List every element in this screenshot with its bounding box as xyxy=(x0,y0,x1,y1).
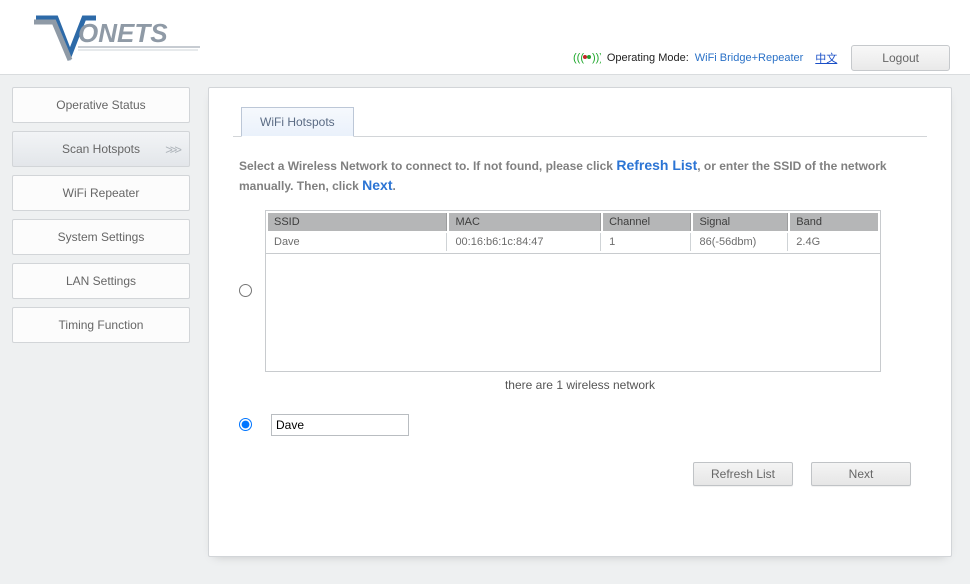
main-panel: WiFi Hotspots Select a Wireless Network … xyxy=(208,87,952,557)
table-empty-area xyxy=(265,254,881,372)
svg-text:ONETS: ONETS xyxy=(78,18,168,48)
sidebar-item-label: LAN Settings xyxy=(66,274,136,288)
col-mac: MAC xyxy=(449,213,601,231)
network-table: SSID MAC Channel Signal Band Dave 00:16:… xyxy=(265,210,881,254)
table-header-row: SSID MAC Channel Signal Band xyxy=(268,213,878,231)
col-channel: Channel xyxy=(603,213,691,231)
sidebar-item-timing-function[interactable]: Timing Function xyxy=(12,307,190,343)
sidebar-item-scan-hotspots[interactable]: Scan Hotspots >>> xyxy=(12,131,190,167)
sidebar: Operative Status Scan Hotspots >>> WiFi … xyxy=(12,87,190,557)
cell-ssid: Dave xyxy=(268,233,447,251)
cell-signal: 86(-56dbm) xyxy=(693,233,788,251)
sidebar-item-wifi-repeater[interactable]: WiFi Repeater xyxy=(12,175,190,211)
cell-mac: 00:16:b6:1c:84:47 xyxy=(449,233,601,251)
sidebar-item-label: Timing Function xyxy=(59,318,144,332)
svg-text:(((: ((( xyxy=(573,52,584,64)
instruction-next-accent: Next xyxy=(362,177,392,193)
col-band: Band xyxy=(790,213,878,231)
header-bar: ONETS ((( ))) Operating Mode: WiFi Bridg… xyxy=(0,0,970,75)
sidebar-item-label: WiFi Repeater xyxy=(63,186,140,200)
language-link[interactable]: 中文 xyxy=(815,50,837,66)
tab-strip: WiFi Hotspots xyxy=(233,106,927,137)
operating-mode-label: Operating Mode: xyxy=(607,52,689,64)
sidebar-item-system-settings[interactable]: System Settings xyxy=(12,219,190,255)
cell-channel: 1 xyxy=(603,233,691,251)
instruction-refresh-accent: Refresh List xyxy=(616,157,697,173)
operating-mode-value: WiFi Bridge+Repeater xyxy=(695,52,804,64)
instruction-text: Select a Wireless Network to connect to.… xyxy=(239,155,927,196)
network-count-note: there are 1 wireless network xyxy=(233,378,927,392)
chevron-right-icon: >>> xyxy=(165,142,179,157)
refresh-list-button[interactable]: Refresh List xyxy=(693,462,793,486)
svg-text:))): ))) xyxy=(592,52,601,64)
sidebar-item-label: Operative Status xyxy=(56,98,145,112)
sidebar-item-label: Scan Hotspots xyxy=(62,142,140,156)
brand-logo: ONETS xyxy=(30,10,200,68)
sidebar-item-label: System Settings xyxy=(58,230,145,244)
logout-button[interactable]: Logout xyxy=(851,45,950,71)
manual-ssid-radio[interactable] xyxy=(239,418,252,431)
sidebar-item-operative-status[interactable]: Operative Status xyxy=(12,87,190,123)
manual-ssid-input[interactable] xyxy=(271,414,409,436)
col-signal: Signal xyxy=(693,213,788,231)
wifi-signal-icon: ((( ))) xyxy=(573,50,601,67)
cell-band: 2.4G xyxy=(790,233,878,251)
table-row[interactable]: Dave 00:16:b6:1c:84:47 1 86(-56dbm) 2.4G xyxy=(268,233,878,251)
select-from-list-radio[interactable] xyxy=(239,284,252,297)
sidebar-item-lan-settings[interactable]: LAN Settings xyxy=(12,263,190,299)
col-ssid: SSID xyxy=(268,213,447,231)
next-button[interactable]: Next xyxy=(811,462,911,486)
tab-wifi-hotspots[interactable]: WiFi Hotspots xyxy=(241,107,354,137)
